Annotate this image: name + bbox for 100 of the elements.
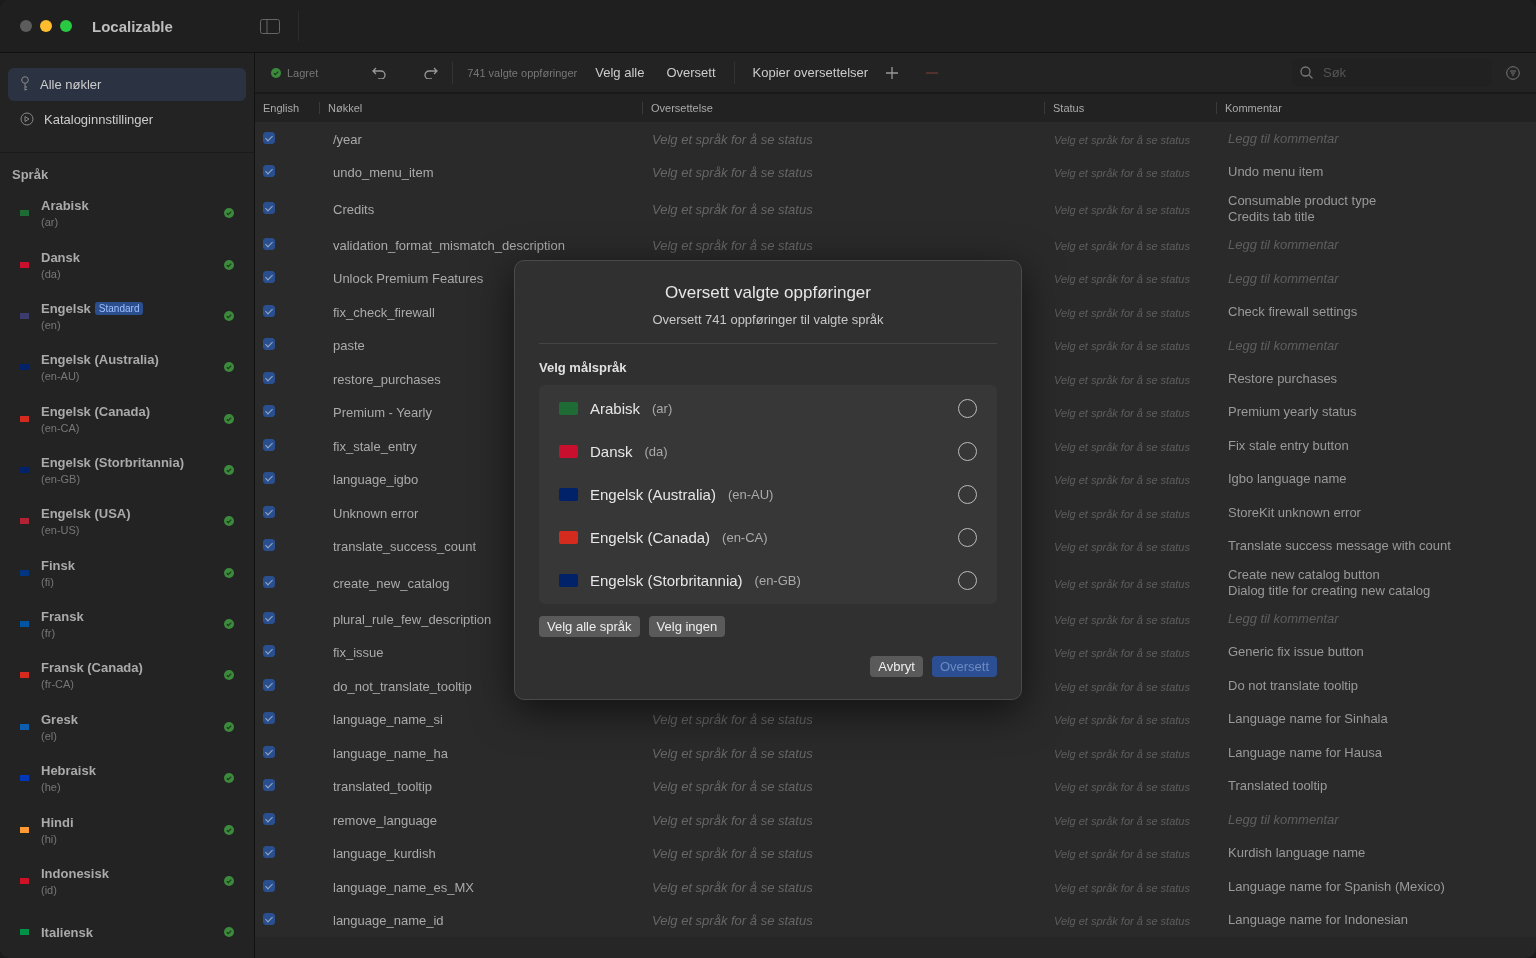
sidebar-item[interactable]: Kataloginnstillinger (8, 102, 246, 136)
minimize-button[interactable] (40, 20, 52, 32)
status-check-icon (224, 567, 234, 578)
comment-cell-text: Check firewall settings (1227, 303, 1359, 320)
column-header[interactable]: Kommentar (1216, 102, 1536, 114)
row-checkbox[interactable] (263, 505, 275, 518)
key-cell-text: language_kurdish (332, 846, 436, 862)
row-checkbox[interactable] (263, 575, 275, 588)
row-checkbox[interactable] (263, 879, 275, 892)
key-cell-text: language_name_es_MX (332, 879, 474, 895)
key-cell-text: fix_check_firewall (332, 304, 435, 320)
row-checkbox[interactable] (263, 745, 275, 758)
toolbar-button[interactable]: Velg alle (591, 65, 649, 80)
key-cell-text: undo_menu_item (332, 165, 434, 181)
key-cell-text: language_igbo (332, 472, 419, 488)
row-checkbox[interactable] (263, 237, 275, 250)
language-name: Engelsk (Storbritannia) (41, 455, 185, 470)
key-cell-text: plural_rule_few_description (332, 611, 492, 627)
sidebar-toggle-icon[interactable] (260, 18, 280, 34)
status-check-icon (224, 208, 234, 219)
comment-cell-text: Language name for Sinhala (1227, 711, 1389, 728)
toolbar-button[interactable]: Kopier oversettelser (748, 65, 873, 80)
comment-cell-text: Language name for Indonesian (1227, 912, 1409, 929)
row-checkbox[interactable] (263, 712, 275, 725)
selection-count: 741 valgte oppføringer (467, 66, 578, 79)
column-header[interactable]: English (255, 102, 319, 114)
column-header[interactable]: Nøkkel (319, 102, 642, 114)
row-checkbox[interactable] (263, 438, 275, 451)
row-checkbox[interactable] (263, 371, 275, 384)
language-code: (id) (41, 883, 58, 896)
row-checkbox[interactable] (263, 846, 275, 859)
comment-cell-text: Undo menu item (1227, 164, 1325, 181)
key-cell-text: validation_format_mismatch_description (332, 237, 565, 253)
status-check-icon (224, 824, 234, 835)
comment-cell-text: Kurdish language name (1227, 845, 1367, 862)
redo-icon[interactable] (424, 66, 439, 79)
comment-cell-text: Restore purchases (1227, 370, 1339, 387)
comment-cell-text: StoreKit unknown error (1227, 504, 1362, 521)
row-checkbox[interactable] (263, 304, 275, 317)
status-check-icon (224, 259, 234, 270)
status-check-icon (224, 465, 234, 475)
key-cell-text: Credits (332, 201, 375, 217)
filter-icon[interactable] (1506, 65, 1520, 80)
row-checkbox[interactable] (263, 271, 275, 284)
status-check-icon (224, 875, 234, 886)
row-checkbox[interactable] (263, 779, 275, 792)
language-code: (en-AU) (41, 370, 81, 383)
add-icon[interactable] (886, 66, 899, 79)
language-name: Gresk (41, 711, 78, 727)
row-checkbox[interactable] (263, 338, 275, 351)
row-checkbox[interactable] (263, 131, 275, 144)
sidebar-item[interactable]: Alle nøkler (8, 68, 246, 101)
close-button[interactable] (20, 20, 32, 32)
language-name: Indonesisk (41, 865, 109, 881)
comment-cell-text: Fix stale entry button (1227, 437, 1350, 454)
comment-cell-text: Consumable product type (1227, 192, 1378, 209)
key-cell-text: /year (332, 131, 362, 147)
row-checkbox[interactable] (263, 913, 275, 926)
row-checkbox[interactable] (263, 201, 275, 214)
undo-icon[interactable] (372, 66, 387, 79)
window-title: Localizable (92, 17, 174, 35)
language-code: (da) (644, 444, 668, 459)
comment-cell-text: Credits tab title (1227, 208, 1316, 225)
language-code: (fi) (41, 575, 55, 588)
column-header[interactable]: Oversettelse (642, 102, 1044, 114)
toolbar-button[interactable]: Oversett (662, 65, 720, 80)
translation-cell-text: Velg et språk for å se status (651, 812, 813, 828)
status-check-icon (224, 362, 234, 373)
row-checkbox[interactable] (263, 472, 275, 485)
language-name: Hebraisk (41, 763, 96, 779)
translation-cell-text: Velg et språk for å se status (651, 745, 813, 761)
language-name: Arabisk (590, 400, 641, 417)
column-header[interactable]: Status (1044, 102, 1216, 114)
key-cell-text: Unknown error (332, 505, 419, 521)
comment-cell-text: Translated tooltip (1227, 778, 1329, 795)
row-checkbox[interactable] (263, 165, 275, 178)
key-cell-text: translated_tooltip (332, 779, 432, 795)
comment-cell-text: Translate success message with count (1227, 538, 1452, 555)
key-cell-text: fix_stale_entry (332, 438, 417, 454)
zoom-button[interactable] (60, 20, 72, 32)
language-name: Engelsk (USA) (41, 506, 131, 522)
status-check-icon (224, 310, 234, 321)
row-checkbox[interactable] (263, 539, 275, 552)
row-checkbox[interactable] (263, 405, 275, 418)
comment-cell-text: Language name for Hausa (1227, 744, 1383, 761)
select-button[interactable]: Velg alle språk (539, 616, 640, 637)
status-check-icon (224, 516, 234, 527)
dialog-subtitle: Oversett 741 oppføringer til valgte språk (651, 312, 885, 327)
translation-cell-text: Velg et språk for å se status (651, 201, 813, 217)
translation-cell-text: Velg et språk for å se status (651, 131, 813, 147)
row-checkbox[interactable] (263, 812, 275, 825)
translation-cell-text: Velg et språk for å se status (651, 846, 813, 862)
row-checkbox[interactable] (263, 645, 275, 658)
row-checkbox[interactable] (263, 678, 275, 691)
key-cell-text: Premium - Yearly (332, 405, 432, 421)
select-button[interactable]: Velg ingen (648, 616, 726, 637)
language-name: Engelsk (41, 300, 91, 316)
row-checkbox[interactable] (263, 611, 275, 624)
cancel-button[interactable]: Avbryt (870, 656, 923, 677)
language-name: Finsk (41, 557, 75, 573)
